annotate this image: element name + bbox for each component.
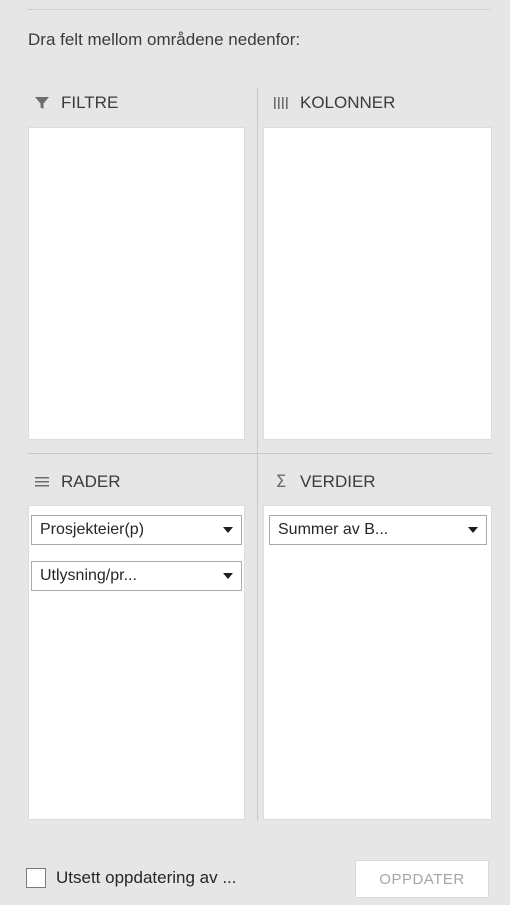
chevron-down-icon[interactable] bbox=[468, 527, 478, 533]
rows-drop-area[interactable] bbox=[28, 505, 245, 820]
drag-fields-instruction: Dra felt mellom områdene nedenfor: bbox=[28, 30, 301, 49]
values-area-label: VERDIER bbox=[300, 472, 376, 491]
values-area-header: Σ VERDIER bbox=[272, 469, 376, 495]
values-field-pill[interactable]: Summer av B... bbox=[269, 515, 487, 545]
rows-field-pill[interactable]: Prosjekteier(p) bbox=[31, 515, 242, 545]
vertical-divider bbox=[257, 88, 258, 821]
chevron-down-icon[interactable] bbox=[223, 573, 233, 579]
filters-area-header: FILTRE bbox=[33, 90, 118, 116]
rows-icon bbox=[33, 473, 51, 491]
values-field-label: Summer av B... bbox=[278, 521, 389, 538]
rows-area-label: RADER bbox=[61, 472, 121, 491]
rows-field-label: Utlysning/pr... bbox=[40, 567, 137, 584]
filters-drop-area[interactable] bbox=[28, 127, 245, 440]
defer-update-label: Utsett oppdatering av ... bbox=[56, 868, 237, 887]
rows-field-pill[interactable]: Utlysning/pr... bbox=[31, 561, 242, 591]
defer-update-checkbox[interactable] bbox=[26, 868, 46, 888]
panel-top-dotted-separator bbox=[28, 9, 490, 10]
columns-icon bbox=[272, 94, 290, 112]
columns-area-label: KOLONNER bbox=[300, 93, 396, 112]
columns-area-header: KOLONNER bbox=[272, 90, 395, 116]
values-drop-area[interactable] bbox=[263, 505, 492, 820]
chevron-down-icon[interactable] bbox=[223, 527, 233, 533]
columns-drop-area[interactable] bbox=[263, 127, 492, 440]
defer-update-row[interactable]: Utsett oppdatering av ... bbox=[26, 868, 237, 888]
sigma-icon: Σ bbox=[275, 472, 287, 492]
rows-field-label: Prosjekteier(p) bbox=[40, 521, 145, 538]
rows-area-header: RADER bbox=[33, 469, 121, 495]
horizontal-divider bbox=[28, 453, 492, 454]
filter-icon bbox=[33, 94, 51, 112]
filters-area-label: FILTRE bbox=[61, 93, 119, 112]
update-button[interactable]: OPPDATER bbox=[355, 860, 489, 898]
